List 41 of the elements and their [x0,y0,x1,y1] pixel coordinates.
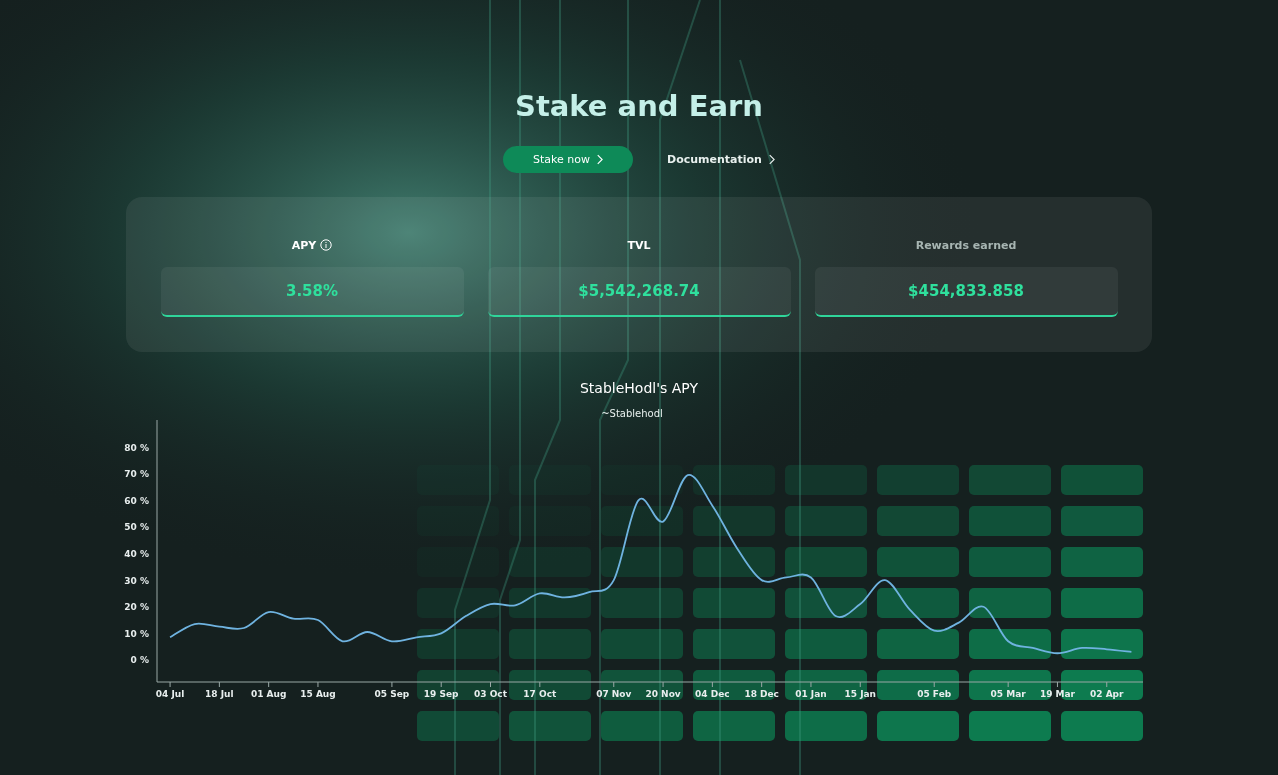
y-tick-label: 10 % [124,628,149,639]
x-tick-label: 05 Sep [374,689,410,699]
x-tick-label: 15 Jan [844,689,876,699]
stat-label: TVL [627,238,651,252]
stat-label: Rewards earned [915,238,1017,252]
stat-value: 3.58% [160,267,464,317]
x-tick-label: 07 Nov [596,689,632,699]
y-tick-label: 70 % [124,469,149,480]
x-tick-label: 20 Nov [645,689,681,699]
info-icon[interactable] [320,239,333,251]
y-tick-label: 30 % [124,575,149,586]
stat-label: APY [291,238,317,252]
x-tick-label: 03 Oct [474,689,507,699]
stat-value: $5,542,268.74 [487,267,791,317]
x-tick-label: 18 Dec [744,689,779,699]
x-tick-label: 04 Jul [155,689,185,699]
y-tick-label: 80 % [124,442,149,453]
chevron-right-icon [767,154,775,165]
x-tick-label: 05 Feb [917,689,952,699]
x-tick-label: 19 Sep [423,689,459,699]
chevron-right-icon [596,154,604,165]
y-tick-label: 60 % [124,495,149,506]
x-tick-label: 15 Aug [300,689,336,699]
x-tick-label: 18 Jul [205,689,234,699]
stat-value: $454,833.858 [814,267,1118,317]
stake-now-button[interactable]: Stake now [503,146,634,173]
x-tick-label: 05 Mar [990,689,1026,699]
documentation-link[interactable]: Documentation [667,153,775,166]
y-tick-label: 40 % [124,549,149,560]
page-title: Stake and Earn [515,88,763,125]
y-tick-label: 20 % [124,602,149,613]
x-tick-label: 02 Apr [1090,689,1124,699]
x-tick-label: 01 Aug [250,689,287,699]
legend-label[interactable]: ~Stablehodl [601,408,663,419]
y-tick-label: 50 % [124,522,149,533]
x-tick-label: 19 Mar [1039,689,1076,699]
x-tick-label: 04 Dec [695,689,730,699]
y-tick-label: 0 % [130,655,149,666]
x-tick-label: 17 Oct [523,689,557,699]
x-tick-label: 01 Jan [795,689,827,699]
chart-title: StableHodl's APY [579,380,699,398]
